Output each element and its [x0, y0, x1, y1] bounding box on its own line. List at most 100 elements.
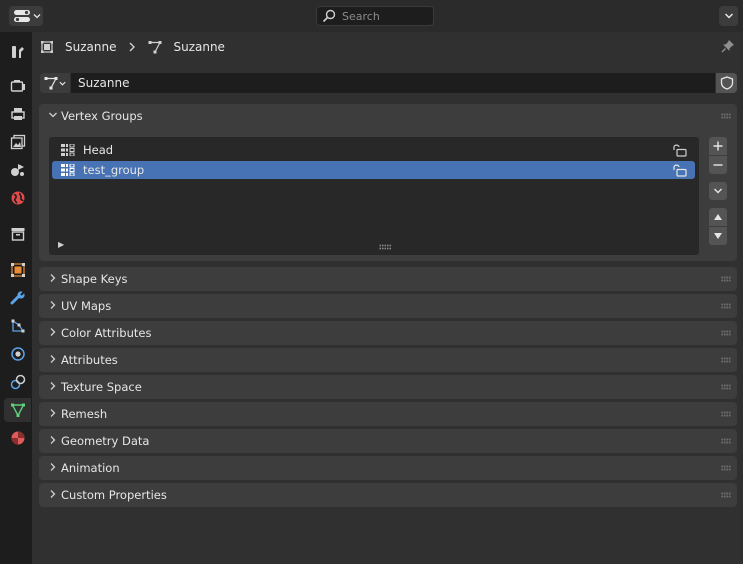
geometry-data-header[interactable]: Geometry Data [39, 429, 737, 453]
tab-tool[interactable] [4, 40, 31, 64]
list-resize-handle[interactable] [379, 244, 391, 250]
vertex-groups-header[interactable]: Vertex Groups [39, 104, 737, 128]
scene-icon [10, 164, 24, 176]
tab-view-layer[interactable] [4, 130, 31, 154]
fake-user-toggle[interactable] [716, 73, 737, 93]
drag-handle-icon[interactable] [721, 357, 731, 363]
texture-space-header[interactable]: Texture Space [39, 375, 737, 399]
chevron-down-icon [714, 188, 722, 194]
drag-handle-icon[interactable] [721, 113, 731, 119]
remove-vertex-group-button[interactable] [709, 156, 727, 174]
animation-header[interactable]: Animation [39, 456, 737, 480]
chevron-down-icon [724, 13, 733, 19]
remesh-header[interactable]: Remesh [39, 402, 737, 426]
panel-title: Custom Properties [61, 488, 167, 502]
tab-object[interactable] [4, 258, 31, 282]
properties-editor-icon [14, 10, 30, 22]
tab-modifiers[interactable] [4, 286, 31, 310]
vertex-groups-panel: Vertex Groups Head test_group ▶ [39, 104, 737, 261]
drag-handle-icon[interactable] [721, 465, 731, 471]
geometry-data-panel[interactable]: Geometry Data [39, 429, 737, 453]
tool-icon [11, 46, 24, 58]
mesh-data-icon [44, 77, 58, 90]
move-down-button[interactable] [709, 227, 727, 245]
shape-keys-panel[interactable]: Shape Keys [39, 267, 737, 291]
options-dropdown-button[interactable] [719, 6, 738, 26]
list-item-selected[interactable]: test_group [52, 161, 695, 179]
vertex-group-specials-menu[interactable] [709, 182, 727, 200]
custom-properties-panel[interactable]: Custom Properties [39, 483, 737, 507]
panel-title: UV Maps [61, 299, 112, 313]
filter-options-toggle[interactable]: ▶ [58, 240, 64, 249]
plus-icon [713, 141, 723, 151]
animation-panel[interactable]: Animation [39, 456, 737, 480]
view-layer-icon [10, 134, 25, 150]
color-attributes-header[interactable]: Color Attributes [39, 321, 737, 345]
mesh-name-field[interactable]: Suzanne [71, 73, 715, 93]
panel-title: Vertex Groups [61, 109, 143, 123]
chevron-down-icon [33, 14, 41, 19]
search-input[interactable]: Search [316, 6, 434, 26]
remesh-panel[interactable]: Remesh [39, 402, 737, 426]
drag-handle-icon[interactable] [721, 492, 731, 498]
tab-world[interactable] [4, 186, 31, 210]
color-attributes-panel[interactable]: Color Attributes [39, 321, 737, 345]
chevron-down-icon [49, 112, 57, 118]
shape-keys-header[interactable]: Shape Keys [39, 267, 737, 291]
add-vertex-group-button[interactable] [709, 137, 727, 155]
drag-handle-icon[interactable] [721, 276, 731, 282]
chevron-down-icon [59, 81, 66, 86]
attributes-panel[interactable]: Attributes [39, 348, 737, 372]
tab-render[interactable] [4, 74, 31, 98]
triangle-up-icon [714, 214, 722, 220]
tab-output[interactable] [4, 102, 31, 126]
editor-type-button[interactable] [9, 6, 43, 26]
panel-title: Remesh [61, 407, 108, 421]
drag-handle-icon[interactable] [721, 330, 731, 336]
browse-mesh-button[interactable] [40, 73, 70, 93]
chevron-right-icon [50, 463, 56, 471]
move-up-button[interactable] [709, 208, 727, 226]
panel-title: Geometry Data [61, 434, 150, 448]
particles-icon [11, 319, 24, 333]
triangle-down-icon [714, 233, 722, 239]
tab-collection[interactable] [4, 222, 31, 246]
breadcrumb: Suzanne Suzanne [40, 36, 225, 58]
pin-button[interactable] [720, 38, 736, 54]
output-icon [10, 108, 25, 120]
drag-handle-icon[interactable] [721, 438, 731, 444]
panel-title: Color Attributes [61, 326, 152, 340]
mesh-data-icon [10, 403, 25, 418]
unlock-icon[interactable] [672, 163, 688, 177]
vertex-group-icon [61, 144, 75, 156]
tab-scene[interactable] [4, 158, 31, 182]
tab-material[interactable] [4, 426, 31, 450]
chevron-right-icon [50, 274, 56, 282]
texture-space-panel[interactable]: Texture Space [39, 375, 737, 399]
tab-physics[interactable] [4, 342, 31, 366]
uv-maps-panel[interactable]: UV Maps [39, 294, 737, 318]
pin-icon [721, 40, 734, 53]
constraints-icon [10, 374, 25, 390]
minus-icon [713, 164, 723, 166]
vertex-group-icon [61, 164, 75, 176]
editor-header: Search [0, 0, 743, 32]
drag-handle-icon[interactable] [721, 411, 731, 417]
breadcrumb-object-name: Suzanne [65, 40, 117, 54]
tab-particles[interactable] [4, 314, 31, 338]
vertex-group-name: test_group [83, 163, 145, 177]
mesh-datablock-selector: Suzanne [40, 73, 737, 93]
attributes-header[interactable]: Attributes [39, 348, 737, 372]
tab-constraints[interactable] [4, 370, 31, 394]
uv-maps-header[interactable]: UV Maps [39, 294, 737, 318]
chevron-right-icon [50, 355, 56, 363]
list-item[interactable]: Head [52, 141, 695, 159]
drag-handle-icon[interactable] [721, 303, 731, 309]
panel-title: Animation [61, 461, 120, 475]
vertex-group-name: Head [83, 143, 114, 157]
drag-handle-icon[interactable] [721, 384, 731, 390]
unlock-icon[interactable] [672, 143, 688, 157]
custom-properties-header[interactable]: Custom Properties [39, 483, 737, 507]
tab-data[interactable] [4, 398, 31, 422]
search-placeholder: Search [342, 9, 380, 23]
